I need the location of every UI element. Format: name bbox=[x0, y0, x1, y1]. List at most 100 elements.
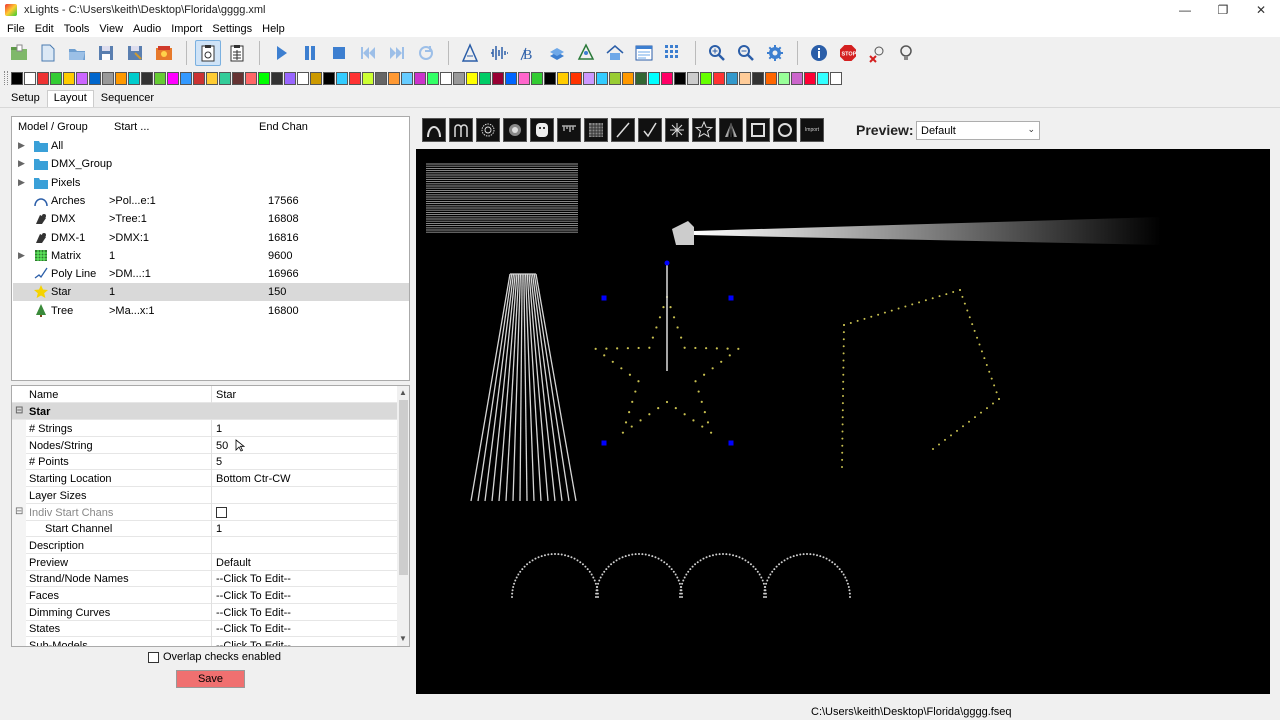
text-effect-button[interactable]: B bbox=[515, 40, 541, 66]
menu-file[interactable]: File bbox=[2, 23, 30, 35]
single-line-tool-button[interactable] bbox=[611, 118, 635, 142]
property-checkbox[interactable] bbox=[216, 506, 227, 518]
preview-select[interactable]: Default ⌄ bbox=[916, 121, 1040, 140]
property-row-starting-location[interactable]: Starting Location Bottom Ctr-CW bbox=[12, 470, 397, 488]
model-row-tree[interactable]: Tree >Ma...x:1 16800 bbox=[13, 302, 409, 320]
fast-forward-button[interactable] bbox=[384, 40, 410, 66]
effect-icon[interactable] bbox=[479, 71, 491, 85]
column-model-group[interactable]: Model / Group bbox=[18, 121, 88, 133]
effect-icon[interactable] bbox=[89, 71, 101, 85]
effect-icon[interactable] bbox=[128, 71, 140, 85]
effect-icon[interactable] bbox=[310, 71, 322, 85]
property-value[interactable]: Default bbox=[216, 557, 251, 569]
model-row-all[interactable]: ▶ All bbox=[13, 137, 409, 155]
effect-icon[interactable] bbox=[557, 71, 569, 85]
property-row-states[interactable]: States --Click To Edit-- bbox=[12, 620, 397, 638]
menu-help[interactable]: Help bbox=[257, 23, 290, 35]
effect-icon[interactable] bbox=[804, 71, 816, 85]
effect-icon[interactable] bbox=[115, 71, 127, 85]
menu-audio[interactable]: Audio bbox=[128, 23, 166, 35]
stop-output-button[interactable]: STOP bbox=[835, 40, 861, 66]
paste-by-cell-button[interactable] bbox=[224, 40, 250, 66]
tree-tool-button[interactable] bbox=[719, 118, 743, 142]
star-tool-button[interactable] bbox=[692, 118, 716, 142]
effect-icon[interactable] bbox=[245, 71, 257, 85]
property-row-layer-sizes[interactable]: Layer Sizes bbox=[12, 486, 397, 504]
effect-icon[interactable] bbox=[648, 71, 660, 85]
effect-icon[interactable] bbox=[271, 71, 283, 85]
effect-icon[interactable] bbox=[609, 71, 621, 85]
effect-icon[interactable] bbox=[531, 71, 543, 85]
tab-layout[interactable]: Layout bbox=[46, 90, 94, 107]
effect-icon[interactable] bbox=[726, 71, 738, 85]
overlap-checks-toggle[interactable]: Overlap checks enabled bbox=[148, 651, 281, 663]
tab-sequencer[interactable]: Sequencer bbox=[94, 90, 161, 107]
house-preview-button[interactable] bbox=[602, 40, 628, 66]
save-as-button[interactable] bbox=[122, 40, 148, 66]
effect-icon[interactable] bbox=[505, 71, 517, 85]
save-button[interactable]: Save bbox=[176, 670, 245, 688]
property-row-description[interactable]: Description bbox=[12, 536, 397, 554]
effect-icon[interactable] bbox=[622, 71, 634, 85]
matrix-tool-button[interactable] bbox=[584, 118, 608, 142]
property-row-points[interactable]: # Points 5 bbox=[12, 453, 397, 471]
overlap-checkbox[interactable] bbox=[148, 651, 159, 663]
property-value[interactable]: --Click To Edit-- bbox=[216, 640, 291, 646]
property-row-nodes-string[interactable]: Nodes/String 50 bbox=[12, 436, 397, 454]
property-category-star[interactable]: ⊟ Star bbox=[12, 403, 397, 420]
effect-icon[interactable] bbox=[713, 71, 725, 85]
render-all-button[interactable] bbox=[151, 40, 177, 66]
effect-icon[interactable] bbox=[297, 71, 309, 85]
effect-icon[interactable] bbox=[453, 71, 465, 85]
property-row-dimming-curves[interactable]: Dimming Curves --Click To Edit-- bbox=[12, 603, 397, 621]
column-end-channel[interactable]: End Chan bbox=[259, 121, 308, 133]
effect-icon[interactable] bbox=[830, 71, 842, 85]
effect-icon[interactable] bbox=[375, 71, 387, 85]
property-row-start-channel[interactable]: Start Channel 1 bbox=[12, 520, 397, 538]
menu-settings[interactable]: Settings bbox=[207, 23, 257, 35]
property-value[interactable]: --Click To Edit-- bbox=[216, 590, 291, 602]
effect-icon[interactable] bbox=[687, 71, 699, 85]
spinner-tool-button[interactable] bbox=[665, 118, 689, 142]
model-row-dmx[interactable]: DMX >Tree:1 16808 bbox=[13, 210, 409, 228]
effect-icon[interactable] bbox=[765, 71, 777, 85]
minimize-button[interactable]: — bbox=[1166, 0, 1204, 20]
collapse-icon[interactable]: ⊟ bbox=[15, 405, 23, 416]
effect-icon[interactable] bbox=[817, 71, 829, 85]
wreath-tool-button[interactable] bbox=[773, 118, 797, 142]
effect-icon[interactable] bbox=[401, 71, 413, 85]
effect-icon[interactable] bbox=[544, 71, 556, 85]
collapse-icon[interactable]: ⊟ bbox=[15, 506, 23, 517]
settings-button[interactable] bbox=[762, 40, 788, 66]
property-row-preview[interactable]: Preview Default bbox=[12, 553, 397, 571]
circle-tool-button[interactable] bbox=[476, 118, 500, 142]
effect-icon[interactable] bbox=[739, 71, 751, 85]
scrollbar-thumb[interactable] bbox=[399, 400, 408, 575]
property-value[interactable]: 1 bbox=[216, 523, 222, 535]
effect-icon[interactable] bbox=[76, 71, 88, 85]
expand-arrow-icon[interactable]: ▶ bbox=[18, 158, 25, 169]
dmx-tool-button[interactable] bbox=[503, 118, 527, 142]
candy-cane-tool-button[interactable] bbox=[449, 118, 473, 142]
effect-icon[interactable] bbox=[167, 71, 179, 85]
model-row-dmx-1[interactable]: DMX-1 >DMX:1 16816 bbox=[13, 229, 409, 247]
info-button[interactable] bbox=[806, 40, 832, 66]
effect-icon[interactable] bbox=[752, 71, 764, 85]
effect-icon[interactable] bbox=[206, 71, 218, 85]
effect-icon[interactable] bbox=[427, 71, 439, 85]
effect-icon[interactable] bbox=[674, 71, 686, 85]
waveform-button[interactable] bbox=[486, 40, 512, 66]
expand-arrow-icon[interactable]: ▶ bbox=[18, 140, 25, 151]
toolbar-grip[interactable] bbox=[4, 71, 8, 85]
paste-by-time-button[interactable] bbox=[195, 40, 221, 66]
property-grid-scrollbar[interactable]: ▲ ▼ bbox=[397, 386, 409, 646]
effect-icon[interactable] bbox=[284, 71, 296, 85]
property-value[interactable]: Bottom Ctr-CW bbox=[216, 473, 291, 485]
effect-icon[interactable] bbox=[24, 71, 36, 85]
effect-icon[interactable] bbox=[180, 71, 192, 85]
property-row-faces[interactable]: Faces --Click To Edit-- bbox=[12, 587, 397, 604]
zoom-in-button[interactable] bbox=[704, 40, 730, 66]
poly-line-tool-button[interactable] bbox=[638, 118, 662, 142]
stop-button[interactable] bbox=[326, 40, 352, 66]
effect-icon[interactable] bbox=[349, 71, 361, 85]
